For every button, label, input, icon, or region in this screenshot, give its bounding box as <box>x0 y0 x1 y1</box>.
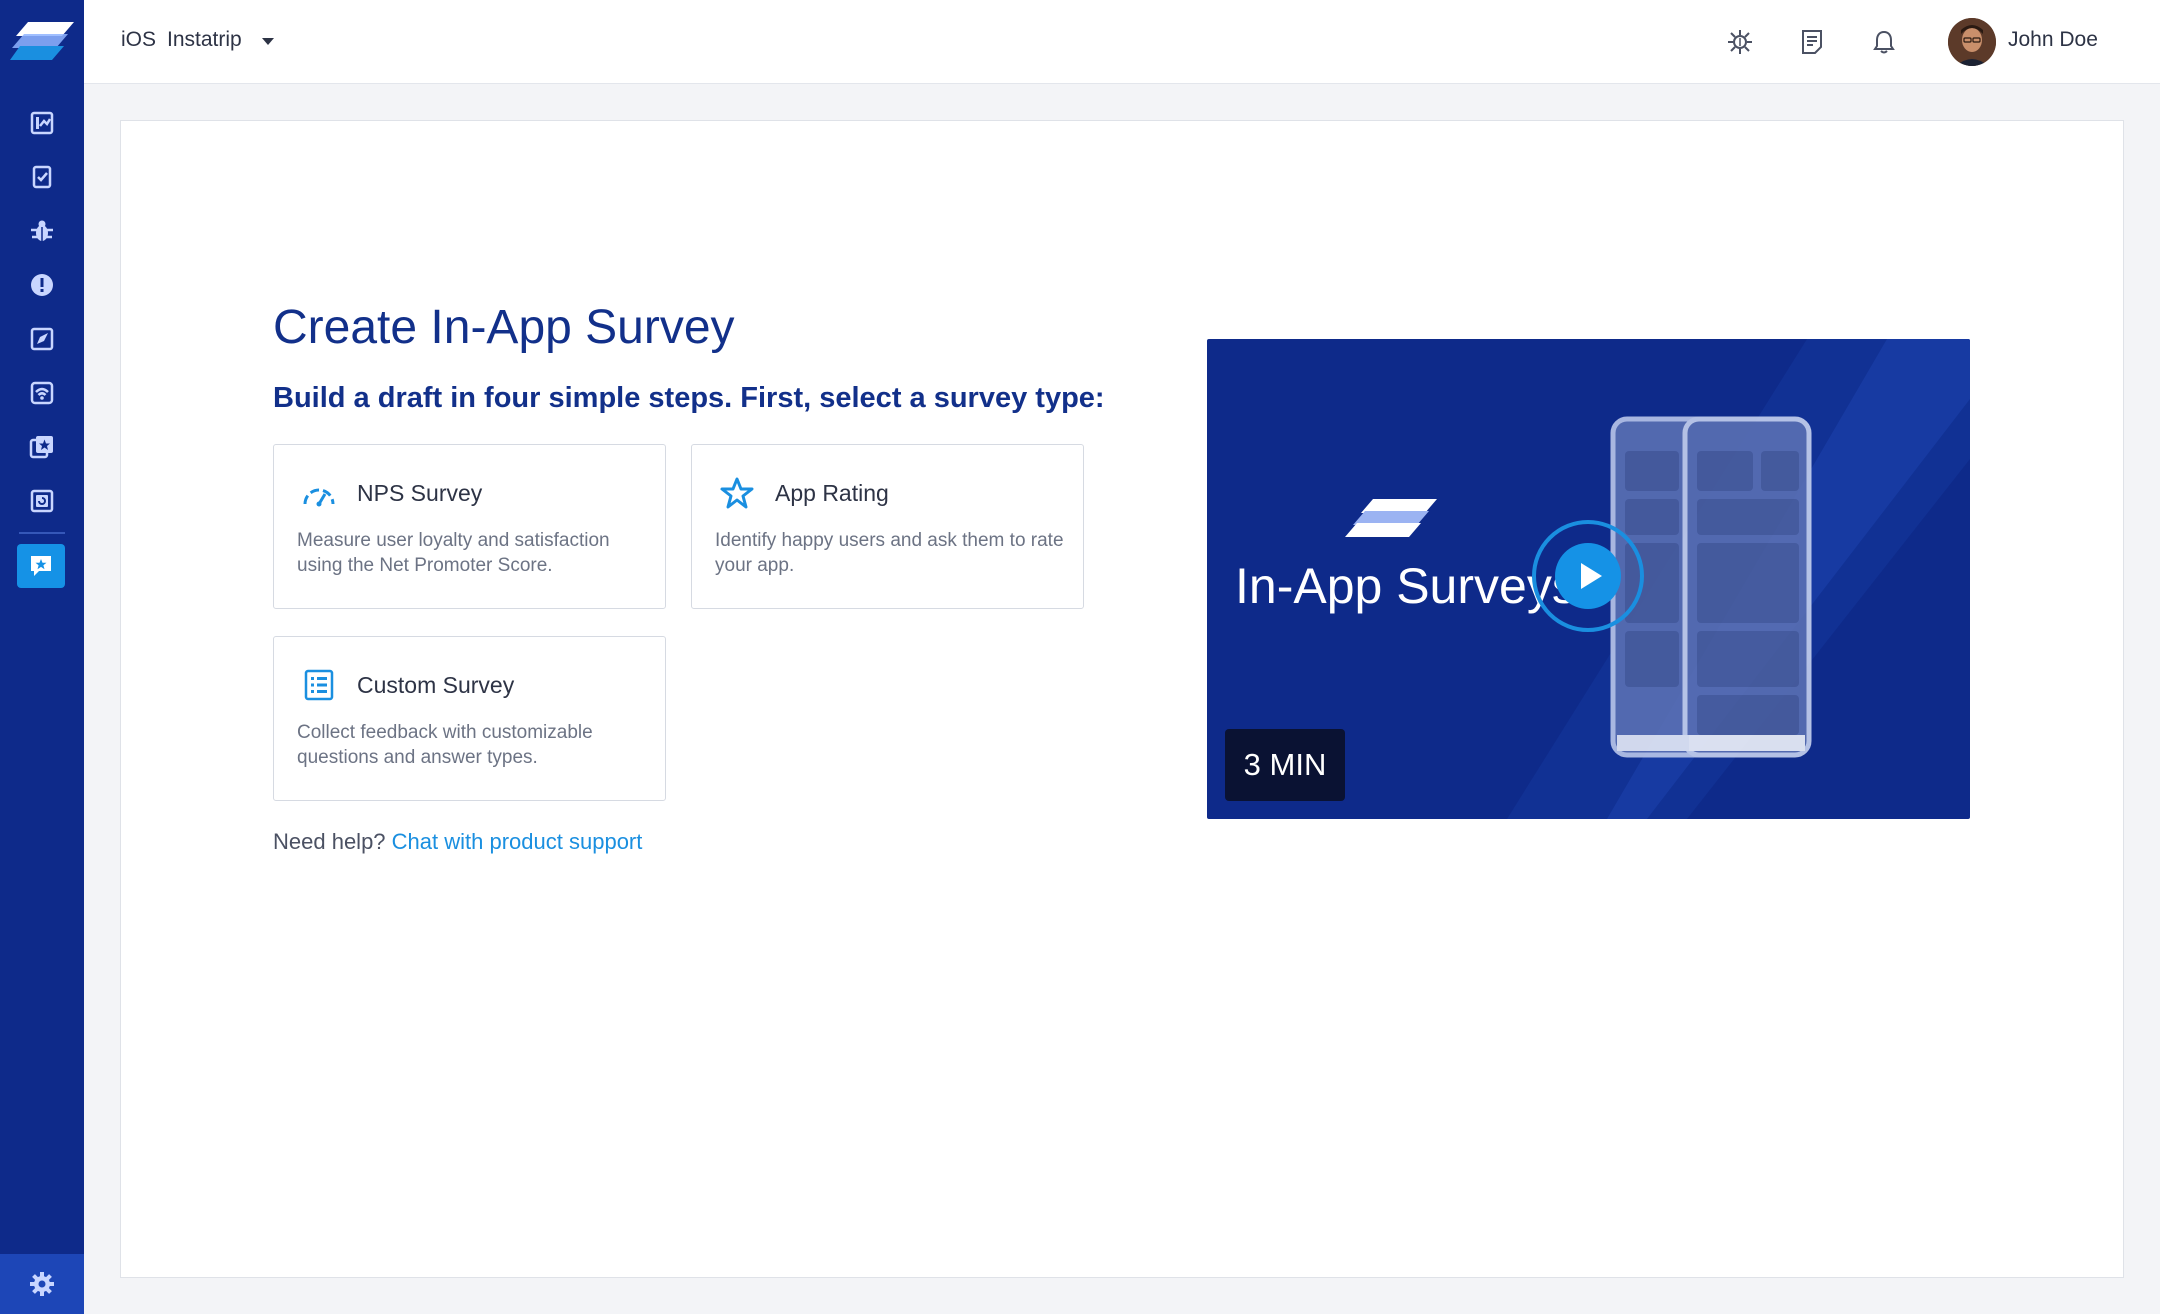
debug-icon <box>1728 30 1752 54</box>
sidebar <box>0 0 84 1314</box>
sidebar-item-network[interactable] <box>25 376 59 410</box>
sidebar-item-bugs[interactable] <box>25 214 59 248</box>
brand-logo[interactable] <box>10 20 76 64</box>
card-title: App Rating <box>775 480 889 506</box>
app-rating-card[interactable]: App Rating Identify happy users and ask … <box>691 444 1084 609</box>
star-icon <box>719 475 755 511</box>
gear-icon <box>30 1272 54 1296</box>
starred-icon <box>29 436 53 459</box>
top-bar: iOS Instatrip John Doe <box>84 0 2160 84</box>
sidebar-item-dashboard[interactable] <box>25 106 59 140</box>
page-title: Create In-App Survey <box>273 301 735 354</box>
debug-button[interactable] <box>1724 26 1756 58</box>
settings-button[interactable] <box>0 1254 84 1314</box>
card-title: Custom Survey <box>357 672 515 698</box>
sidebar-divider <box>19 532 65 534</box>
custom-survey-card[interactable]: Custom Survey Collect feedback with cust… <box>273 636 666 801</box>
nps-survey-card[interactable]: NPS Survey Measure user loyalty and sati… <box>273 444 666 609</box>
sidebar-item-starred[interactable] <box>25 430 59 464</box>
product-support-link[interactable]: Chat with product support <box>392 829 643 854</box>
duration-badge: 3 MIN <box>1225 729 1345 801</box>
app-selector[interactable]: Instatrip <box>167 28 242 52</box>
card-description: Measure user loyalty and satisfaction us… <box>297 530 610 576</box>
avatar[interactable] <box>1948 18 1996 66</box>
replay-icon <box>30 489 54 513</box>
help-line: Need help? Chat with product support <box>273 829 642 855</box>
page-subtitle: Build a draft in four simple steps. Firs… <box>273 382 1105 414</box>
notifications-button[interactable] <box>1868 26 1900 58</box>
play-icon[interactable] <box>1531 519 1645 633</box>
sidebar-item-checklist[interactable] <box>25 160 59 194</box>
platform-label: iOS <box>121 28 157 51</box>
checklist-icon <box>32 165 52 189</box>
help-text: Need help? <box>273 829 386 854</box>
gauge-icon <box>301 475 337 511</box>
features-icon <box>30 327 54 351</box>
card-title: NPS Survey <box>357 480 483 506</box>
bug-icon <box>31 220 53 241</box>
user-name[interactable]: John Doe <box>2008 28 2098 52</box>
intro-video[interactable]: In-App Surveys 3 MIN <box>1207 339 1970 819</box>
card-description: Identify happy users and ask them to rat… <box>715 530 1064 576</box>
dashboard-icon <box>30 111 54 135</box>
sidebar-item-replay[interactable] <box>25 484 59 518</box>
network-icon <box>30 381 54 405</box>
surveys-icon <box>31 556 51 576</box>
list-icon <box>301 667 337 703</box>
alert-icon <box>31 274 53 296</box>
chevron-down-icon[interactable] <box>262 38 274 45</box>
sidebar-item-crashes[interactable] <box>25 268 59 302</box>
sidebar-item-surveys[interactable] <box>17 544 65 588</box>
docs-icon <box>1802 30 1822 54</box>
sidebar-item-features[interactable] <box>25 322 59 356</box>
card-description: Collect feedback with customizable quest… <box>297 722 593 768</box>
docs-button[interactable] <box>1796 26 1828 58</box>
bell-icon <box>1873 30 1895 54</box>
video-title: In-App Surveys <box>1235 558 1577 614</box>
